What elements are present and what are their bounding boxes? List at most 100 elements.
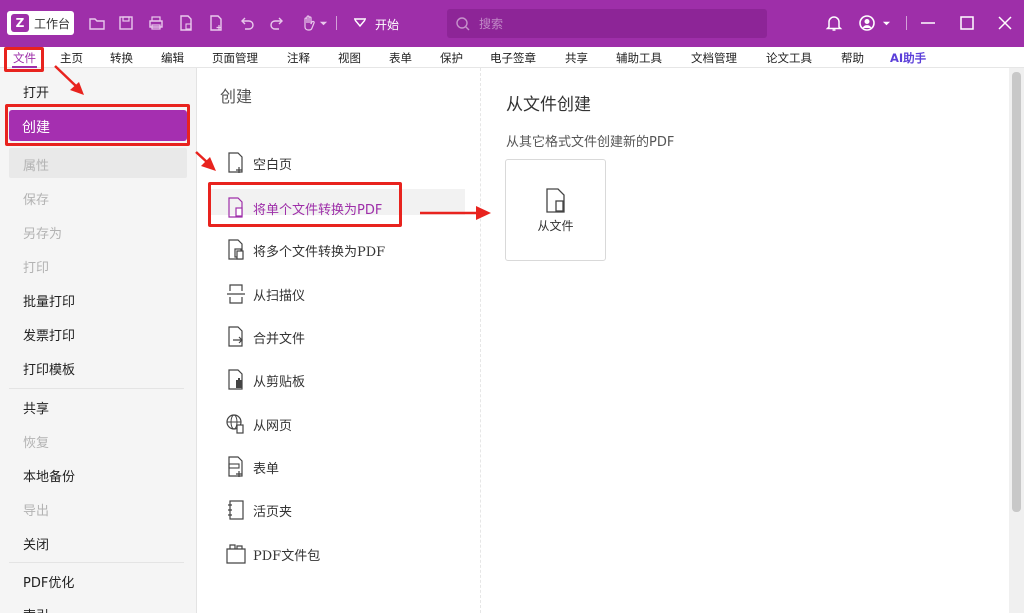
portfolio-icon bbox=[226, 544, 246, 564]
merge-icon bbox=[228, 326, 243, 347]
detail-title: 从文件创建 bbox=[506, 95, 591, 115]
undo-icon[interactable] bbox=[237, 13, 257, 33]
scrollbar[interactable] bbox=[1009, 68, 1024, 613]
option-from-webpage[interactable]: 从网页 bbox=[226, 412, 292, 436]
form-icon bbox=[228, 456, 243, 477]
user-dropdown-icon[interactable] bbox=[880, 13, 892, 33]
menu-bar: 文件 主页 转换 编辑 页面管理 注释 视图 表单 保护 电子签章 共享 辅助工… bbox=[0, 47, 1024, 68]
option-blank-page[interactable]: 空白页 bbox=[226, 151, 292, 175]
search-icon bbox=[456, 16, 470, 30]
create-options-panel: 创建 空白页 将单个文件转换为PDF 将多个文件转换为PDF 从扫描仪 合并文件… bbox=[198, 68, 481, 613]
new-file-icon[interactable] bbox=[206, 13, 226, 33]
option-label: 活页夹 bbox=[253, 504, 293, 520]
blank-page-icon bbox=[228, 152, 243, 173]
start-button[interactable]: 开始 bbox=[375, 16, 399, 33]
option-label: 空白页 bbox=[253, 157, 293, 173]
sidebar-item-index[interactable]: 索引 bbox=[23, 605, 49, 613]
sidebar-item-batch-print[interactable]: 批量打印 bbox=[23, 291, 75, 310]
menu-edit[interactable]: 编辑 bbox=[161, 50, 184, 66]
sidebar-item-invoice-print[interactable]: 发票打印 bbox=[23, 325, 75, 344]
option-label: 将多个文件转换为PDF bbox=[253, 244, 386, 260]
annotation-box-file-menu bbox=[4, 47, 44, 72]
sidebar-item-open[interactable]: 打开 bbox=[23, 82, 49, 101]
folder-icon[interactable] bbox=[87, 13, 107, 33]
option-form[interactable]: 表单 bbox=[226, 455, 279, 479]
option-label: 从扫描仪 bbox=[253, 288, 306, 304]
from-file-label: 从文件 bbox=[537, 219, 574, 233]
panel-title: 创建 bbox=[220, 87, 253, 106]
menu-share[interactable]: 共享 bbox=[565, 50, 588, 66]
save-icon[interactable] bbox=[116, 13, 136, 33]
workspace-label: 工作台 bbox=[34, 16, 71, 31]
sidebar-item-pdf-optimize[interactable]: PDF优化 bbox=[23, 572, 74, 591]
globe-icon bbox=[226, 414, 244, 434]
menu-protect[interactable]: 保护 bbox=[440, 50, 463, 66]
search-input[interactable] bbox=[479, 16, 749, 31]
option-pdf-portfolio[interactable]: PDF文件包 bbox=[226, 542, 320, 566]
maximize-icon[interactable] bbox=[957, 13, 977, 33]
menu-ai-assistant[interactable]: AI助手 bbox=[890, 50, 926, 66]
search-box[interactable] bbox=[447, 9, 767, 38]
sidebar-item-properties: 属性 bbox=[23, 159, 50, 174]
sidebar-item-close[interactable]: 关闭 bbox=[23, 534, 49, 553]
menu-doc-manage[interactable]: 文档管理 bbox=[691, 50, 737, 66]
menu-view[interactable]: 视图 bbox=[338, 50, 361, 66]
menu-annotate[interactable]: 注释 bbox=[287, 50, 310, 66]
hand-icon[interactable] bbox=[298, 13, 318, 33]
sidebar-item-restore: 恢复 bbox=[23, 436, 50, 451]
menu-convert[interactable]: 转换 bbox=[110, 50, 133, 66]
file-sidebar: 打开 创建 属性 保存 另存为 打印 批量打印 发票打印 打印模板 共享 恢复 … bbox=[0, 68, 197, 613]
menu-thesis-tools[interactable]: 论文工具 bbox=[766, 50, 812, 66]
app-logo-icon: Z bbox=[11, 14, 29, 32]
toolbar-divider bbox=[336, 16, 337, 30]
menu-form[interactable]: 表单 bbox=[389, 50, 412, 66]
user-icon[interactable] bbox=[857, 13, 877, 33]
export-icon[interactable] bbox=[176, 13, 196, 33]
option-from-scanner[interactable]: 从扫描仪 bbox=[226, 282, 305, 306]
sidebar-item-print: 打印 bbox=[23, 261, 50, 276]
menu-page-manage[interactable]: 页面管理 bbox=[212, 50, 258, 66]
sidebar-divider bbox=[9, 562, 184, 563]
sidebar-item-share[interactable]: 共享 bbox=[23, 398, 49, 417]
option-label: 从剪贴板 bbox=[253, 374, 306, 390]
menu-help[interactable]: 帮助 bbox=[841, 50, 864, 66]
option-binder[interactable]: 活页夹 bbox=[226, 498, 292, 522]
menu-e-signature[interactable]: 电子签章 bbox=[490, 50, 536, 66]
menu-home[interactable]: 主页 bbox=[60, 50, 83, 66]
option-multi-file-to-pdf[interactable]: 将多个文件转换为PDF bbox=[226, 238, 385, 262]
print-icon[interactable] bbox=[146, 13, 166, 33]
workspace-button[interactable]: Z 工作台 bbox=[7, 11, 74, 35]
from-file-card[interactable]: 从文件 bbox=[505, 159, 606, 261]
option-label: PDF文件包 bbox=[253, 548, 321, 564]
redo-icon[interactable] bbox=[267, 13, 287, 33]
bell-icon[interactable] bbox=[824, 13, 844, 33]
option-merge-files[interactable]: 合并文件 bbox=[226, 325, 305, 349]
option-label: 从网页 bbox=[253, 418, 293, 434]
scrollbar-thumb[interactable] bbox=[1012, 72, 1021, 512]
scanner-icon bbox=[227, 284, 245, 304]
file-icon bbox=[546, 188, 565, 213]
sidebar-item-print-template[interactable]: 打印模板 bbox=[23, 359, 75, 378]
sidebar-divider bbox=[9, 388, 184, 389]
minimize-icon[interactable] bbox=[918, 13, 938, 33]
annotation-box-single-file bbox=[208, 182, 402, 227]
title-bar: Z 工作台 开始 bbox=[0, 0, 1024, 47]
dropdown-icon[interactable] bbox=[317, 13, 329, 33]
start-dropdown-icon[interactable] bbox=[350, 13, 370, 33]
clipboard-icon bbox=[228, 369, 243, 390]
annotation-box-create bbox=[5, 104, 190, 146]
sidebar-item-export: 导出 bbox=[23, 504, 50, 519]
multi-file-icon bbox=[228, 239, 244, 260]
sidebar-item-save: 保存 bbox=[23, 193, 50, 208]
option-label: 合并文件 bbox=[253, 331, 306, 347]
sidebar-item-local-backup[interactable]: 本地备份 bbox=[23, 466, 75, 485]
close-icon[interactable] bbox=[995, 13, 1015, 33]
menu-accessibility[interactable]: 辅助工具 bbox=[616, 50, 662, 66]
window-controls-divider bbox=[906, 16, 907, 30]
binder-icon bbox=[228, 500, 244, 520]
create-detail-panel: 从文件创建 从其它格式文件创建新的PDF 从文件 bbox=[482, 68, 1009, 613]
sidebar-item-save-as: 另存为 bbox=[23, 227, 63, 242]
detail-subtitle: 从其它格式文件创建新的PDF bbox=[506, 135, 675, 150]
option-from-clipboard[interactable]: 从剪贴板 bbox=[226, 368, 305, 392]
option-label: 表单 bbox=[253, 461, 280, 477]
